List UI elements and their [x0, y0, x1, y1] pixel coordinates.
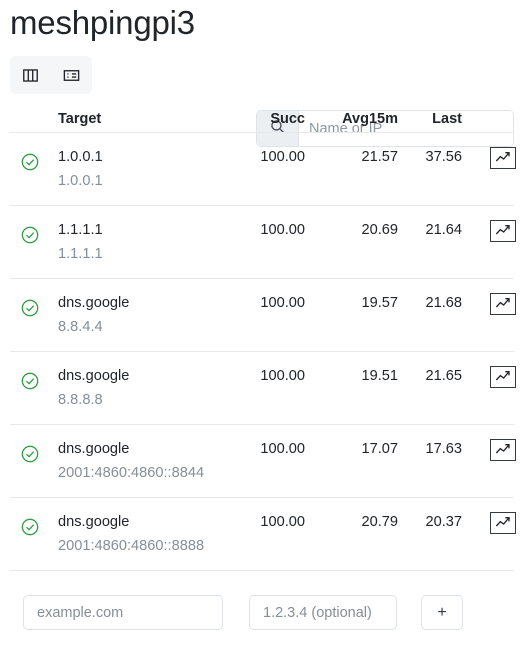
target-name: dns.google — [58, 514, 130, 530]
trending-up-icon — [495, 369, 511, 386]
view-mode-button-group — [10, 56, 92, 94]
status-ok-icon — [20, 371, 40, 391]
status-ok-icon — [20, 152, 40, 172]
trending-up-icon — [495, 296, 511, 313]
last-value: 21.64 — [425, 222, 462, 238]
meshping-app: meshpingpi3 Name or IP Target Succ Avg15… — [0, 0, 524, 668]
status-ok-icon — [20, 517, 40, 537]
open-chart-button[interactable] — [490, 147, 516, 169]
target-address: 1.0.0.1 — [58, 173, 103, 189]
add-target-button[interactable]: + — [421, 595, 463, 630]
table-row[interactable]: dns.google 2001:4860:4860::8888 100.00 2… — [0, 498, 524, 570]
table-header-row: Target Succ Avg15m Last — [0, 100, 524, 132]
target-name: dns.google — [58, 295, 130, 311]
avg15m-value: 20.79 — [361, 514, 398, 530]
target-address: 8.8.4.4 — [58, 319, 103, 335]
avg15m-value: 20.69 — [361, 222, 398, 238]
succ-value: 100.00 — [260, 514, 305, 530]
avg15m-value: 21.57 — [361, 149, 398, 165]
columns-view-button[interactable] — [10, 56, 51, 94]
open-chart-button[interactable] — [490, 220, 516, 242]
trending-up-icon — [495, 515, 511, 532]
target-cell: dns.google 8.8.8.8 — [58, 366, 129, 410]
column-header-last: Last — [432, 111, 462, 127]
add-target-form: + — [0, 580, 524, 668]
table-row[interactable]: dns.google 8.8.8.8 100.00 19.51 21.65 — [0, 352, 524, 424]
column-header-avg15m: Avg15m — [342, 111, 398, 127]
succ-value: 100.00 — [260, 295, 305, 311]
hostname-input[interactable] — [23, 595, 223, 630]
succ-value: 100.00 — [260, 222, 305, 238]
status-ok-icon — [20, 225, 40, 245]
last-value: 17.63 — [425, 441, 462, 457]
status-ok-icon — [20, 298, 40, 318]
toolbar — [0, 54, 524, 147]
column-header-succ: Succ — [270, 111, 305, 127]
trending-up-icon — [495, 223, 511, 240]
table-row[interactable]: 1.1.1.1 1.1.1.1 100.00 20.69 21.64 — [0, 206, 524, 278]
trending-up-icon — [495, 150, 511, 167]
table-row[interactable]: 1.0.0.1 1.0.0.1 100.00 21.57 37.56 — [0, 133, 524, 205]
succ-value: 100.00 — [260, 368, 305, 384]
last-value: 20.37 — [425, 514, 462, 530]
avg15m-value: 17.07 — [361, 441, 398, 457]
list-details-icon — [62, 66, 81, 85]
list-details-view-button[interactable] — [51, 56, 92, 94]
table-row[interactable]: dns.google 2001:4860:4860::8844 100.00 1… — [0, 425, 524, 497]
avg15m-value: 19.51 — [361, 368, 398, 384]
succ-value: 100.00 — [260, 149, 305, 165]
target-cell: dns.google 8.8.4.4 — [58, 293, 129, 337]
last-value: 21.68 — [425, 295, 462, 311]
open-chart-button[interactable] — [490, 293, 516, 315]
column-header-target: Target — [58, 111, 102, 127]
target-name: 1.1.1.1 — [58, 222, 103, 238]
page-title: meshpingpi3 — [10, 4, 195, 41]
avg15m-value: 19.57 — [361, 295, 398, 311]
target-cell: dns.google 2001:4860:4860::8844 — [58, 439, 204, 483]
target-address: 2001:4860:4860::8844 — [58, 465, 205, 481]
trending-up-icon — [495, 442, 511, 459]
targets-table: Target Succ Avg15m Last 1.0.0.1 1.0.0.1 … — [0, 100, 524, 571]
target-cell: dns.google 2001:4860:4860::8888 — [58, 512, 204, 556]
last-value: 21.65 — [425, 368, 462, 384]
target-name: dns.google — [58, 441, 130, 457]
open-chart-button[interactable] — [490, 512, 516, 534]
succ-value: 100.00 — [260, 441, 305, 457]
row-separator — [10, 570, 514, 571]
target-address: 8.8.8.8 — [58, 392, 103, 408]
table-row[interactable]: dns.google 8.8.4.4 100.00 19.57 21.68 — [0, 279, 524, 351]
open-chart-button[interactable] — [490, 439, 516, 461]
open-chart-button[interactable] — [490, 366, 516, 388]
target-address: 1.1.1.1 — [58, 246, 103, 262]
target-address: 2001:4860:4860::8888 — [58, 538, 205, 554]
target-cell: 1.1.1.1 1.1.1.1 — [58, 220, 103, 264]
target-cell: 1.0.0.1 1.0.0.1 — [58, 147, 103, 191]
ip-address-input[interactable] — [249, 595, 397, 630]
last-value: 37.56 — [425, 149, 462, 165]
status-ok-icon — [20, 444, 40, 464]
target-name: dns.google — [58, 368, 130, 384]
columns-icon — [21, 66, 40, 85]
target-name: 1.0.0.1 — [58, 149, 103, 165]
